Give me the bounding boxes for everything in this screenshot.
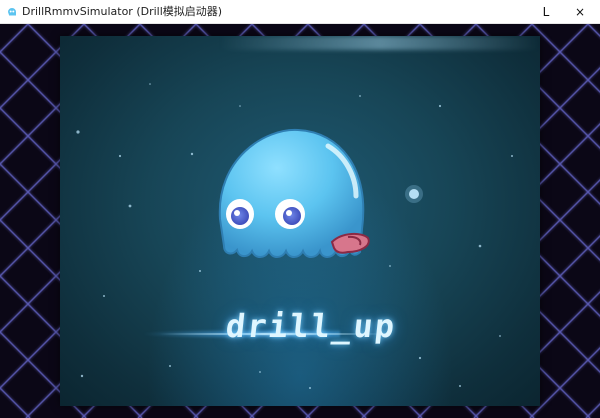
minimize-button[interactable]: L — [532, 0, 560, 24]
logo-text: drill_up — [224, 307, 399, 345]
game-viewport[interactable]: drill_up — [0, 24, 600, 418]
title-bar[interactable]: DrillRmmvSimulator (Drill模拟启动器) L × — [0, 0, 600, 24]
blue-ghost-mascot-icon — [218, 128, 370, 258]
close-button[interactable]: × — [566, 0, 594, 24]
splash-screen: drill_up — [60, 36, 540, 406]
app-icon — [8, 8, 16, 16]
window-title: DrillRmmvSimulator (Drill模拟启动器) — [22, 5, 223, 18]
simulator-window: DrillRmmvSimulator (Drill模拟启动器) L × dril… — [0, 0, 600, 418]
